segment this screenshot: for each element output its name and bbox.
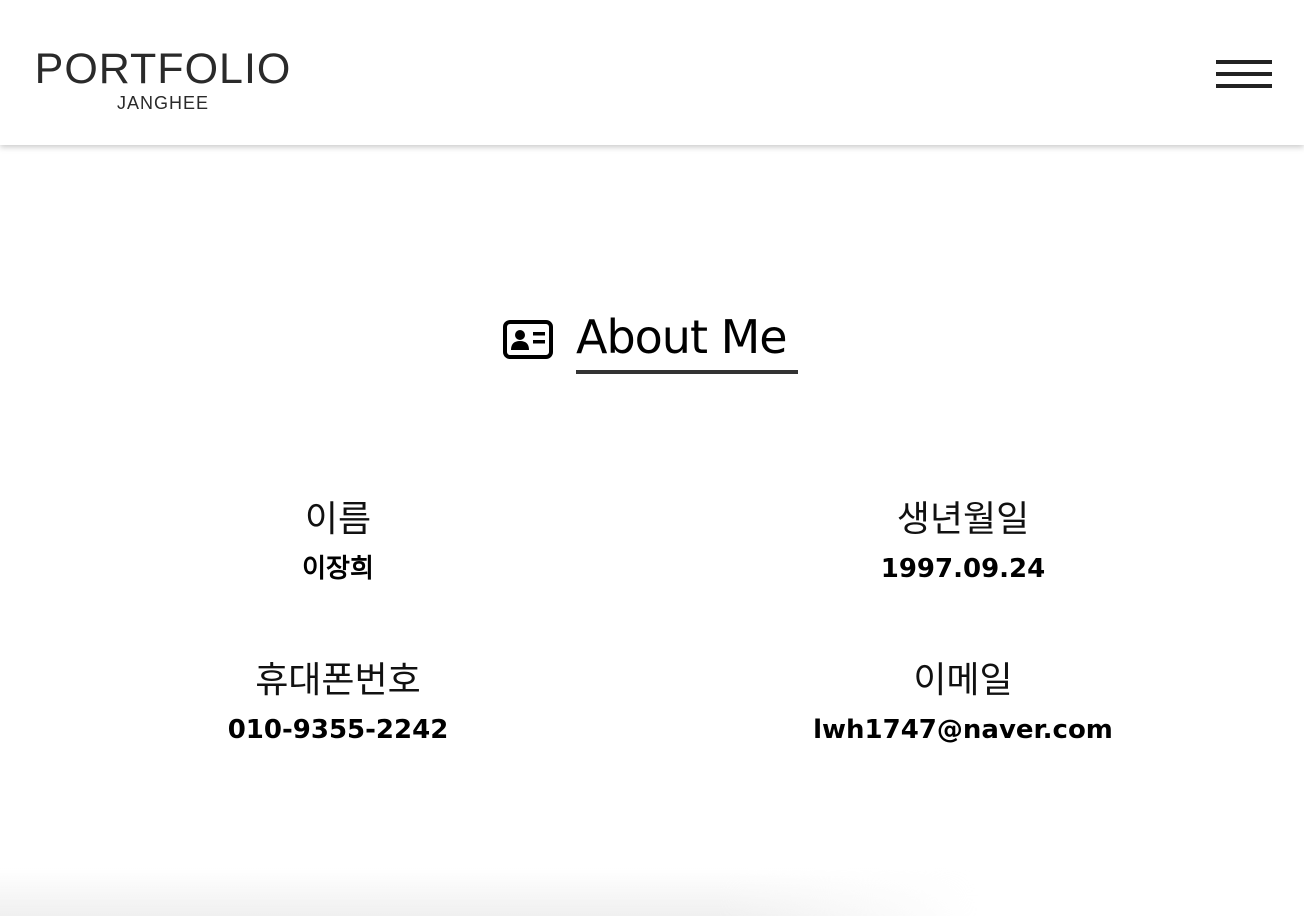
hamburger-menu-icon[interactable] — [1216, 58, 1272, 90]
info-birthdate: 생년월일 1997.09.24 — [713, 498, 1213, 586]
site-header: PORTFOLIO JANGHEE — [0, 0, 1304, 145]
next-section-edge — [0, 868, 1304, 916]
info-value: 이장희 — [302, 554, 374, 584]
about-me-heading: About Me — [0, 305, 1304, 385]
id-card-icon — [503, 320, 553, 360]
info-value: 1997.09.24 — [880, 554, 1046, 584]
title-underline — [576, 370, 798, 374]
info-email: 이메일 lwh1747@naver.com — [713, 659, 1213, 747]
logo-subtitle: JANGHEE — [116, 93, 210, 113]
info-label: 생년월일 — [896, 499, 1030, 540]
info-label: 이메일 — [913, 660, 1013, 701]
logo-title: PORTFOLIO — [34, 45, 292, 93]
info-label: 휴대폰번호 — [255, 660, 421, 701]
info-value: lwh1747@naver.com — [813, 715, 1113, 745]
info-label: 이름 — [304, 499, 372, 540]
menu-bar — [1216, 60, 1272, 64]
menu-bar — [1216, 72, 1272, 76]
section-title: About Me — [576, 310, 788, 364]
site-logo[interactable]: PORTFOLIO JANGHEE — [32, 46, 294, 114]
info-value: 010-9355-2242 — [227, 715, 449, 745]
menu-bar — [1216, 84, 1272, 88]
info-name: 이름 이장희 — [88, 498, 588, 586]
info-phone: 휴대폰번호 010-9355-2242 — [88, 659, 588, 747]
